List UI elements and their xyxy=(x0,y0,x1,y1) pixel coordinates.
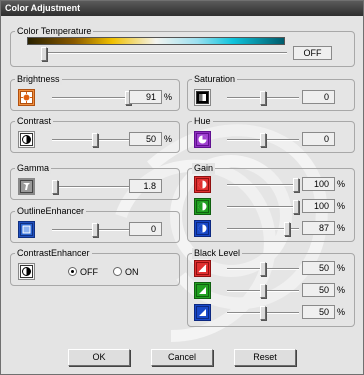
gain-green-icon xyxy=(194,198,211,215)
gamma-value: 1.8 xyxy=(129,179,162,193)
brightness-unit: % xyxy=(164,92,173,102)
brightness-value: 91 xyxy=(129,90,162,104)
gain-green-slider-thumb[interactable] xyxy=(293,200,299,214)
black-level-green-slider-thumb[interactable] xyxy=(260,284,266,298)
contrast-enhancer-on-label: ON xyxy=(125,267,139,277)
black-level-green-icon xyxy=(194,282,211,299)
gain-label: Gain xyxy=(192,163,216,174)
gamma-slider-thumb[interactable] xyxy=(52,180,58,194)
black-level-green-row: 50 % xyxy=(194,282,354,300)
brightness-icon xyxy=(18,89,35,106)
contrast-value: 50 xyxy=(129,132,162,146)
black-level-red-slider-thumb[interactable] xyxy=(260,262,266,276)
contrast-icon xyxy=(18,131,35,148)
gain-blue-value: 87 xyxy=(302,221,335,235)
gain-blue-row: 87 % xyxy=(194,220,354,238)
black-level-blue-value: 50 xyxy=(302,305,335,319)
gamma-icon xyxy=(18,178,35,195)
gain-green-value: 100 xyxy=(302,199,335,213)
gamma-row: 1.8 xyxy=(18,178,174,196)
black-level-red-value: 50 xyxy=(302,261,335,275)
saturation-row: 0 xyxy=(194,89,349,107)
cancel-button[interactable]: Cancel xyxy=(151,349,213,366)
saturation-icon xyxy=(194,89,211,106)
color-temperature-label: Color Temperature xyxy=(15,26,94,37)
gain-blue-icon xyxy=(194,220,211,237)
outline-enhancer-slider-thumb[interactable] xyxy=(92,223,98,237)
gain-green-unit: % xyxy=(337,201,346,211)
color-temperature-value: OFF xyxy=(293,46,332,60)
black-level-label: Black Level xyxy=(192,248,243,259)
black-level-blue-icon xyxy=(194,304,211,321)
black-level-blue-row: 50 % xyxy=(194,304,354,322)
window-title: Color Adjustment xyxy=(1,1,363,16)
contrast-enhancer-off-radio[interactable]: OFF xyxy=(68,266,98,278)
saturation-value: 0 xyxy=(302,90,335,104)
saturation-slider-thumb[interactable] xyxy=(260,91,266,105)
gamma-slider-track[interactable] xyxy=(52,186,138,188)
gamma-label: Gamma xyxy=(15,163,52,174)
outline-enhancer-icon xyxy=(18,221,35,238)
contrast-label: Contrast xyxy=(15,116,54,127)
contrast-row: 50 % xyxy=(18,131,174,149)
outline-enhancer-label: OutlineEnhancer xyxy=(15,206,87,217)
outline-enhancer-value: 0 xyxy=(129,222,162,236)
saturation-label: Saturation xyxy=(192,74,238,85)
black-level-green-unit: % xyxy=(337,285,346,295)
contrast-enhancer-on-radio[interactable]: ON xyxy=(113,266,139,278)
ok-button[interactable]: OK xyxy=(68,349,130,366)
contrast-slider-thumb[interactable] xyxy=(92,133,98,147)
hue-row: 0 xyxy=(194,131,349,149)
gain-red-unit: % xyxy=(337,179,346,189)
gain-red-slider-thumb[interactable] xyxy=(293,178,299,192)
gain-blue-slider-thumb[interactable] xyxy=(284,222,291,236)
contrast-enhancer-row: OFF ON xyxy=(18,263,174,281)
gain-red-value: 100 xyxy=(302,177,335,191)
contrast-enhancer-label: ContrastEnhancer xyxy=(15,248,92,259)
contrast-enhancer-off-label: OFF xyxy=(80,267,98,277)
black-level-red-icon xyxy=(194,260,211,277)
contrast-unit: % xyxy=(164,134,173,144)
gain-green-row: 100 % xyxy=(194,198,354,216)
black-level-green-value: 50 xyxy=(302,283,335,297)
color-temperature-slider-thumb[interactable] xyxy=(41,47,47,61)
brightness-label: Brightness xyxy=(15,74,62,85)
hue-icon xyxy=(194,131,211,148)
black-level-blue-unit: % xyxy=(337,307,346,317)
radio-unselected-icon xyxy=(113,267,122,276)
color-temperature-spectrum-bar xyxy=(27,37,285,45)
hue-label: Hue xyxy=(192,116,213,127)
reset-button[interactable]: Reset xyxy=(234,349,296,366)
radio-selected-icon xyxy=(68,267,77,276)
gain-red-slider-track[interactable] xyxy=(227,184,299,186)
outline-enhancer-row: 0 xyxy=(18,221,174,239)
gain-green-slider-track[interactable] xyxy=(227,206,299,208)
hue-slider-thumb[interactable] xyxy=(260,133,266,147)
brightness-row: 91 % xyxy=(18,89,174,107)
gain-red-icon xyxy=(194,176,211,193)
black-level-red-unit: % xyxy=(337,263,346,273)
color-temperature-slider-track[interactable] xyxy=(41,52,287,54)
color-adjustment-window: Color Adjustment Color Temperature OFF B… xyxy=(0,0,364,375)
gain-red-row: 100 % xyxy=(194,176,354,194)
black-level-red-row: 50 % xyxy=(194,260,354,278)
hue-value: 0 xyxy=(302,132,335,146)
contrast-enhancer-icon xyxy=(18,263,35,280)
gain-blue-unit: % xyxy=(337,223,346,233)
black-level-blue-slider-thumb[interactable] xyxy=(260,306,266,320)
